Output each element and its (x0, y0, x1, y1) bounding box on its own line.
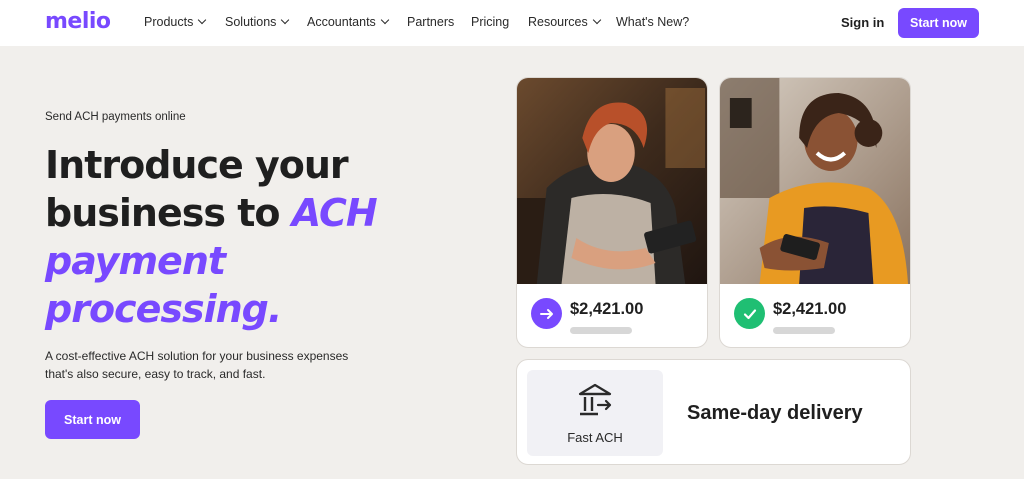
hero-subtext: A cost-effective ACH solution for your b… (45, 349, 349, 381)
payment-row: $2,421.00 (734, 298, 846, 334)
fast-ach-label: Fast ACH (567, 430, 623, 445)
sign-in-link[interactable]: Sign in (841, 15, 884, 30)
nav-solutions[interactable]: Solutions (225, 15, 290, 29)
start-now-hero-button[interactable]: Start now (45, 400, 140, 439)
chevron-down-icon (281, 15, 290, 25)
chevron-down-icon (592, 15, 601, 25)
start-now-nav-button[interactable]: Start now (898, 8, 979, 38)
fast-ach-badge: Fast ACH (527, 370, 663, 456)
nav-partners[interactable]: Partners (407, 15, 454, 29)
melio-logo[interactable]: melio (45, 9, 111, 34)
nav-whats-new-label: What's New? (616, 15, 690, 29)
nav-pricing-label: Pricing (471, 15, 510, 29)
photo-woman-with-tablet (517, 78, 707, 284)
arrow-right-icon (531, 298, 562, 329)
payment-amount: $2,421.00 (570, 300, 644, 318)
feature-card-fast-ach: Fast ACH Same-day delivery (516, 359, 911, 465)
nav-whats-new[interactable]: What's New? (616, 15, 689, 29)
payment-card-sent: $2,421.00 (516, 77, 708, 348)
chevron-down-icon (380, 15, 390, 25)
nav-products-label: Products (144, 15, 194, 29)
nav-pricing[interactable]: Pricing (471, 15, 509, 29)
check-icon (734, 298, 765, 329)
hero-headline: Introduce your business to ACH payment p… (45, 141, 445, 333)
same-day-delivery-title: Same-day delivery (687, 402, 863, 424)
placeholder-bar (773, 327, 835, 334)
payment-card-completed: $2,421.00 (719, 77, 911, 348)
nav-accountants-label: Accountants (307, 15, 376, 29)
nav-resources[interactable]: Resources (528, 15, 601, 29)
nav-partners-label: Partners (407, 15, 455, 29)
bank-transfer-icon (578, 383, 612, 416)
hero-eyebrow: Send ACH payments online (45, 111, 186, 123)
nav-resources-label: Resources (528, 15, 588, 29)
payment-row: $2,421.00 (531, 298, 643, 334)
photo-smiling-woman-with-phone (720, 78, 910, 284)
placeholder-bar (570, 327, 632, 334)
nav-products[interactable]: Products (144, 15, 207, 29)
nav-solutions-label: Solutions (225, 15, 277, 29)
top-nav: melio Products Solutions Accountants Par… (0, 0, 1024, 46)
chevron-down-icon (198, 15, 207, 25)
payment-amount: $2,421.00 (773, 300, 847, 318)
nav-accountants[interactable]: Accountants (307, 15, 390, 29)
